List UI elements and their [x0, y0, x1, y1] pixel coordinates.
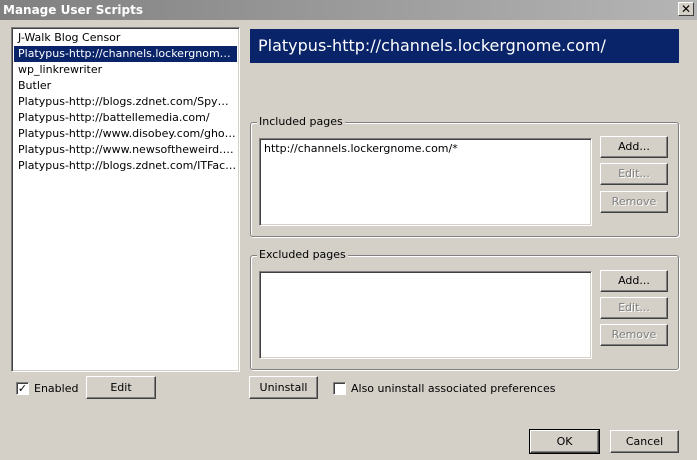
included-remove-button[interactable]: Remove	[600, 191, 668, 213]
excluded-remove-button[interactable]: Remove	[600, 324, 668, 346]
script-list-item[interactable]: Platypus-http://www.disobey.com/ghostsi.…	[14, 126, 237, 142]
edit-script-button[interactable]: Edit	[86, 376, 156, 399]
window-title: Manage User Scripts	[3, 3, 143, 17]
included-add-button[interactable]: Add...	[600, 136, 668, 158]
script-list-item[interactable]: Platypus-http://www.newsoftheweird.com/a…	[14, 142, 237, 158]
script-list-item[interactable]: Platypus-http://battellemedia.com/	[14, 110, 237, 126]
script-list-item[interactable]: wp_linkrewriter	[14, 62, 237, 78]
list-item[interactable]: http://channels.lockergnome.com/*	[264, 142, 587, 155]
title-bar: Manage User Scripts ✕	[0, 0, 697, 20]
excluded-add-button[interactable]: Add...	[600, 270, 668, 292]
selected-script-title: Platypus-http://channels.lockergnome.com…	[250, 29, 679, 63]
included-pages-group: Included pages http://channels.lockergno…	[250, 115, 679, 237]
check-icon: ✓	[17, 382, 28, 395]
included-pages-legend: Included pages	[257, 115, 345, 128]
script-list-item[interactable]: Platypus-http://blogs.zdnet.com/ITFacts/…	[14, 158, 237, 174]
cancel-button[interactable]: Cancel	[610, 430, 679, 453]
excluded-pages-legend: Excluded pages	[257, 248, 348, 261]
script-list-item[interactable]: Platypus-http://channels.lockergnome.com…	[14, 46, 237, 62]
excluded-edit-button[interactable]: Edit...	[600, 297, 668, 319]
script-list-item[interactable]: Butler	[14, 78, 237, 94]
script-list-item[interactable]: Platypus-http://blogs.zdnet.com/Spyware/…	[14, 94, 237, 110]
included-edit-button[interactable]: Edit...	[600, 163, 668, 185]
script-list[interactable]: J-Walk Blog Censor Platypus-http://channe…	[11, 27, 240, 372]
uninstall-prefs-checkbox[interactable]	[333, 382, 346, 395]
script-list-item[interactable]: J-Walk Blog Censor	[14, 30, 237, 46]
enabled-label: Enabled	[34, 382, 79, 395]
excluded-pages-list[interactable]	[259, 271, 592, 359]
uninstall-button[interactable]: Uninstall	[249, 376, 318, 399]
uninstall-prefs-label: Also uninstall associated preferences	[351, 382, 556, 395]
excluded-pages-group: Excluded pages Add... Edit... Remove	[250, 248, 679, 370]
enabled-checkbox[interactable]: ✓	[16, 382, 29, 395]
ok-button[interactable]: OK	[529, 429, 600, 454]
close-icon: ✕	[680, 2, 692, 16]
included-pages-list[interactable]: http://channels.lockergnome.com/*	[259, 138, 592, 226]
close-button[interactable]: ✕	[678, 2, 694, 16]
